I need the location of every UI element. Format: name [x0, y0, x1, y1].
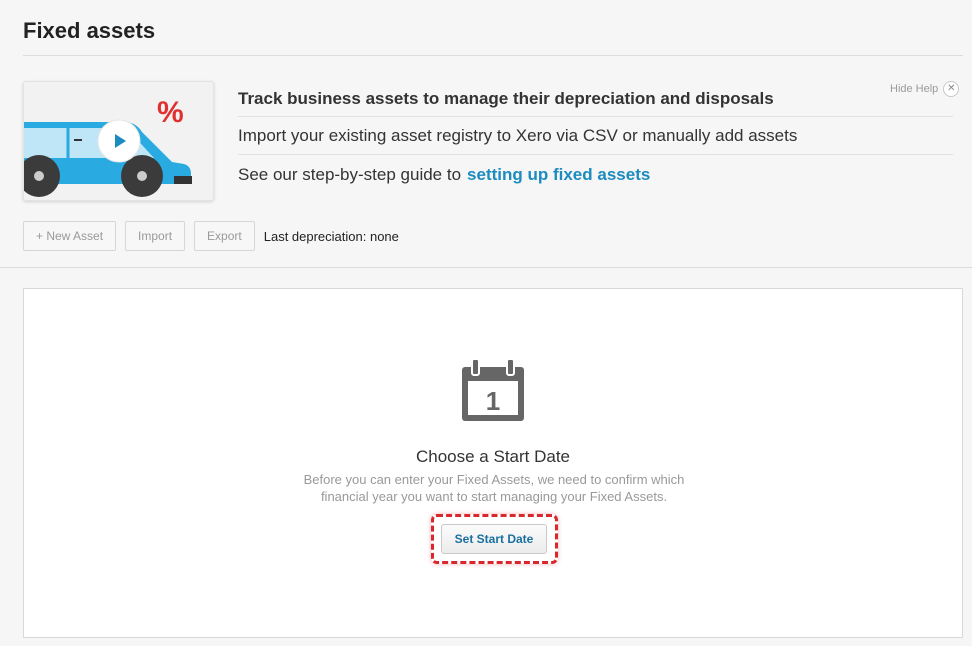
calendar-number: 1 — [486, 386, 500, 416]
help-import-text: Import your existing asset registry to X… — [238, 117, 953, 155]
help-heading: Track business assets to manage their de… — [238, 81, 953, 117]
start-date-description: Before you can enter your Fixed Assets, … — [303, 472, 685, 504]
help-guide-prefix: See our step-by-step guide to — [238, 165, 462, 184]
hide-help-button[interactable]: Hide Help ✕ — [890, 81, 960, 97]
help-guide-line: See our step-by-step guide to setting up… — [238, 155, 953, 195]
last-depreciation-status: Last depreciation: none — [263, 228, 399, 244]
help-video-thumbnail[interactable]: % — [23, 81, 214, 201]
import-button[interactable]: Import — [125, 221, 186, 251]
set-start-date-button[interactable]: Set Start Date — [441, 524, 547, 554]
start-date-title: Choose a Start Date — [415, 447, 571, 466]
play-icon[interactable] — [97, 119, 141, 163]
start-date-panel: 1 Choose a Start Date Before you can ent… — [23, 288, 963, 638]
title-divider — [23, 55, 963, 56]
percent-symbol: % — [157, 96, 184, 129]
asset-toolbar: + New Asset Import Export Last depreciat… — [23, 221, 399, 251]
calendar-icon: 1 — [462, 358, 524, 421]
header-area: Fixed assets % Track business assets to … — [0, 0, 972, 268]
hide-help-label: Hide Help — [890, 83, 939, 95]
help-panel: Track business assets to manage their de… — [238, 81, 953, 195]
setup-guide-link[interactable]: setting up fixed assets — [467, 165, 650, 185]
page-title: Fixed assets — [23, 18, 156, 43]
close-icon[interactable]: ✕ — [943, 81, 960, 97]
new-asset-button[interactable]: + New Asset — [23, 221, 117, 251]
export-button[interactable]: Export — [194, 221, 255, 251]
